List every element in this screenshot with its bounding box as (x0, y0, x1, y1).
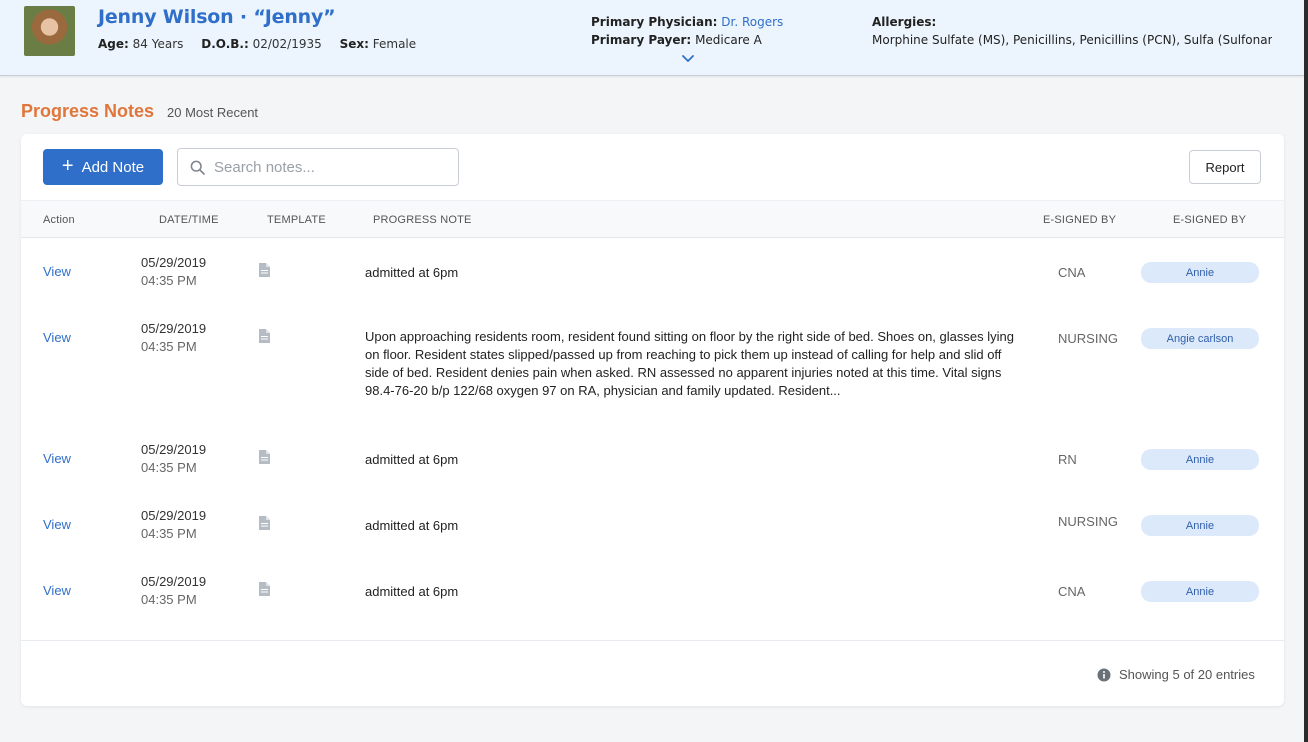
signer-badge: Annie (1141, 515, 1259, 536)
row-date: 05/29/2019 (141, 574, 207, 589)
header-datetime[interactable]: DATE/TIME (159, 214, 219, 226)
row-note: admitted at 6pm (365, 584, 459, 599)
age-label: Age: (98, 37, 129, 51)
row-time: 04:35 PM (141, 460, 197, 475)
progress-notes-card: + Add Note Report Action DATE/TIME TEMPL… (21, 134, 1284, 706)
age-value: 84 Years (132, 37, 184, 51)
signer-badge: Annie (1141, 449, 1259, 470)
row-time: 04:35 PM (141, 592, 197, 607)
search-icon (190, 160, 205, 175)
row-note: admitted at 6pm (365, 265, 459, 280)
row-time: 04:35 PM (141, 526, 197, 541)
payer-label: Primary Payer: (591, 33, 692, 47)
document-icon[interactable] (259, 263, 270, 277)
table-footer-divider (21, 640, 1284, 641)
add-note-label: Add Note (81, 158, 145, 176)
add-note-button[interactable]: + Add Note (43, 149, 163, 185)
dob-label: D.O.B.: (201, 37, 249, 51)
row-note: admitted at 6pm (365, 518, 459, 533)
signer-badge: Annie (1141, 581, 1259, 602)
page-title: Progress Notes (21, 101, 155, 121)
pagination-summary: Showing 5 of 20 entries (1119, 667, 1255, 682)
patient-avatar (24, 6, 75, 56)
payer-value: Medicare A (695, 33, 762, 47)
allergies-info: Allergies: Morphine Sulfate (MS), Penici… (872, 13, 1272, 49)
row-time: 04:35 PM (141, 339, 197, 354)
report-button[interactable]: Report (1189, 150, 1261, 184)
row-date: 05/29/2019 (141, 442, 207, 457)
row-datetime: 05/29/2019 04:35 PM (141, 507, 206, 543)
sex-label: Sex: (339, 37, 369, 51)
header-progress-note[interactable]: PROGRESS NOTE (373, 214, 472, 226)
patient-header: Jenny Wilson · “Jenny” Age: 84 Years D.O… (0, 0, 1304, 76)
row-datetime: 05/29/2019 04:35 PM (141, 254, 206, 290)
header-esigned-name[interactable]: E-SIGNED BY (1173, 214, 1246, 226)
row-time: 04:35 PM (141, 273, 197, 288)
header-esigned-role[interactable]: E-SIGNED BY (1043, 214, 1116, 226)
signer-badge: Annie (1141, 262, 1259, 283)
header-template[interactable]: TEMPLATE (267, 214, 326, 226)
row-signer-role: RN (1058, 452, 1077, 467)
plus-icon: + (61, 155, 74, 177)
allergies-value: Morphine Sulfate (MS), Penicillins, Peni… (872, 33, 1272, 47)
allergies-label: Allergies: (872, 15, 937, 29)
document-icon[interactable] (259, 329, 270, 343)
search-input[interactable] (214, 157, 450, 177)
document-icon[interactable] (259, 450, 270, 464)
info-icon (1097, 668, 1111, 682)
dob-value: 02/02/1935 (252, 37, 322, 51)
document-icon[interactable] (259, 582, 270, 596)
view-link[interactable]: View (43, 264, 71, 279)
window-edge (1304, 0, 1308, 742)
row-signer-role: NURSING (1058, 514, 1118, 529)
row-note: admitted at 6pm (365, 452, 459, 467)
row-signer-role: CNA (1058, 584, 1086, 599)
row-date: 05/29/2019 (141, 321, 207, 336)
row-date: 05/29/2019 (141, 255, 207, 270)
view-link[interactable]: View (43, 330, 71, 345)
view-link[interactable]: View (43, 451, 71, 466)
patient-demographics: Age: 84 Years D.O.B.: 02/02/1935 Sex: Fe… (98, 37, 416, 51)
patient-name[interactable]: Jenny Wilson · “Jenny” (98, 6, 336, 28)
row-date: 05/29/2019 (141, 508, 207, 523)
search-box[interactable] (177, 148, 459, 186)
view-link[interactable]: View (43, 583, 71, 598)
physician-link[interactable]: Dr. Rogers (721, 15, 783, 29)
row-datetime: 05/29/2019 04:35 PM (141, 441, 206, 477)
row-signer-role: NURSING (1058, 331, 1118, 346)
page-subtitle: 20 Most Recent (167, 105, 259, 120)
chevron-down-icon[interactable] (682, 54, 694, 64)
row-note: Upon approaching residents room, residen… (365, 329, 1014, 398)
view-link[interactable]: View (43, 517, 71, 532)
header-action: Action (43, 214, 75, 226)
physician-info: Primary Physician: Dr. Rogers Primary Pa… (591, 13, 783, 49)
table-header: Action DATE/TIME TEMPLATE PROGRESS NOTE … (21, 200, 1284, 238)
row-datetime: 05/29/2019 04:35 PM (141, 320, 206, 356)
row-datetime: 05/29/2019 04:35 PM (141, 573, 206, 609)
sex-value: Female (372, 37, 417, 51)
document-icon[interactable] (259, 516, 270, 530)
signer-badge: Angie carlson (1141, 328, 1259, 349)
row-signer-role: CNA (1058, 265, 1086, 280)
physician-label: Primary Physician: (591, 15, 718, 29)
